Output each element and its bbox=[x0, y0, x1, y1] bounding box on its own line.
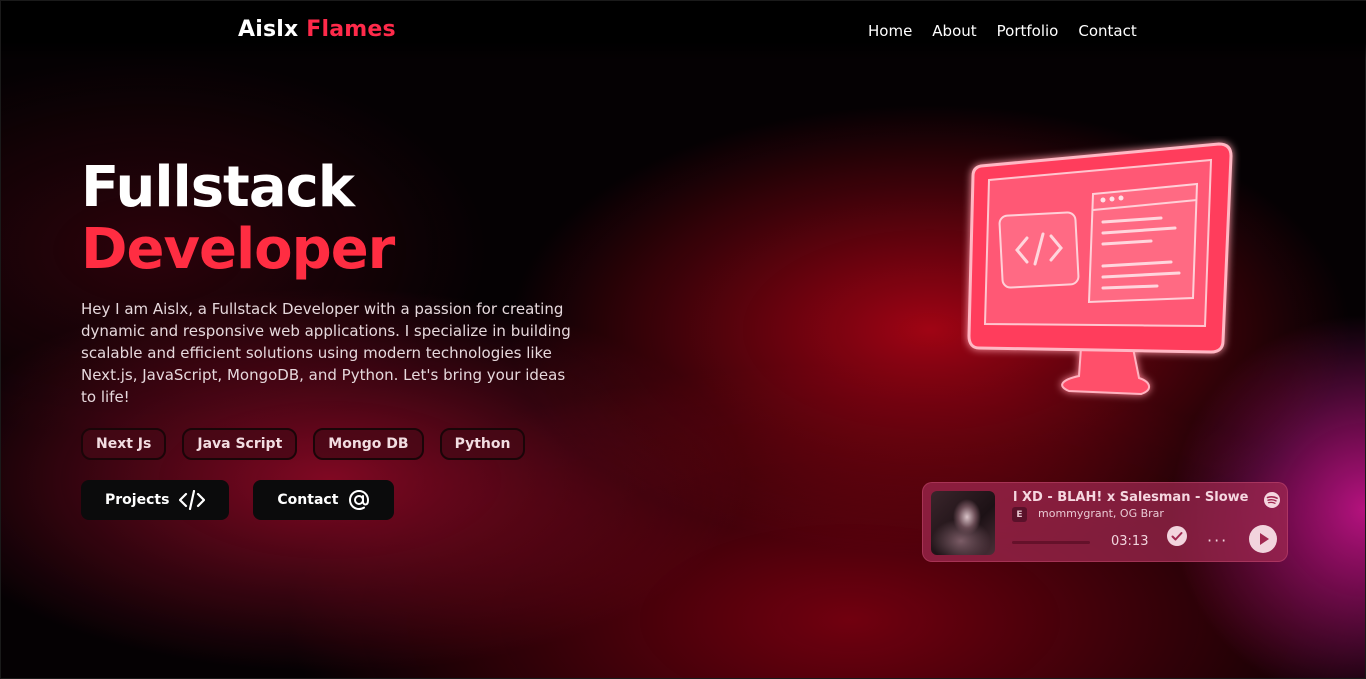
projects-button[interactable]: Projects bbox=[81, 480, 230, 520]
play-icon[interactable] bbox=[1248, 524, 1278, 554]
hero-title: Fullstack Developer bbox=[81, 155, 395, 282]
top-navbar: Aislx Flames Home About Portfolio Contac… bbox=[1, 1, 1366, 61]
spotify-player-widget: l XD - BLAH! x Salesman - Slowed + R E m… bbox=[922, 482, 1288, 562]
tag-mongodb: Mongo DB bbox=[313, 428, 424, 460]
tag-nextjs: Next Js bbox=[81, 428, 167, 460]
explicit-badge: E bbox=[1012, 507, 1027, 522]
at-sign-icon bbox=[349, 489, 370, 511]
main-menu: Home About Portfolio Contact bbox=[868, 22, 1137, 40]
spotify-icon[interactable] bbox=[1263, 491, 1281, 509]
track-artist[interactable]: mommygrant, OG Brar bbox=[1038, 507, 1164, 520]
nav-link-home[interactable]: Home bbox=[868, 22, 912, 40]
brand-name-second: Flames bbox=[306, 17, 396, 42]
nav-link-portfolio[interactable]: Portfolio bbox=[997, 22, 1059, 40]
album-art[interactable] bbox=[931, 491, 995, 555]
track-duration: 03:13 bbox=[1111, 534, 1149, 549]
hero-intro-text: Hey I am Aislx, a Fullstack Developer wi… bbox=[81, 300, 571, 406]
tag-python: Python bbox=[439, 428, 526, 460]
playback-progress-bar[interactable] bbox=[1012, 541, 1090, 544]
nav-link-contact[interactable]: Contact bbox=[1078, 22, 1136, 40]
cta-buttons: Projects Contact bbox=[81, 480, 395, 520]
hero-title-line1: Fullstack bbox=[81, 155, 355, 220]
tech-tags: Next Js Java Script Mongo DB Python bbox=[81, 428, 526, 460]
check-circle-icon[interactable] bbox=[1166, 525, 1188, 547]
contact-button[interactable]: Contact bbox=[253, 480, 395, 520]
nav-link-about[interactable]: About bbox=[932, 22, 976, 40]
monitor-code-icon bbox=[967, 142, 1233, 396]
projects-button-label: Projects bbox=[105, 492, 170, 508]
tag-javascript: Java Script bbox=[182, 428, 298, 460]
more-dots-icon[interactable]: ··· bbox=[1207, 531, 1228, 550]
hero-title-line2: Developer bbox=[81, 217, 395, 282]
brand-logo[interactable]: Aislx Flames bbox=[238, 17, 396, 42]
track-title[interactable]: l XD - BLAH! x Salesman - Slowed + R bbox=[1013, 490, 1249, 505]
contact-button-label: Contact bbox=[277, 492, 339, 508]
code-icon bbox=[179, 490, 206, 510]
brand-name-first: Aislx bbox=[238, 17, 299, 42]
